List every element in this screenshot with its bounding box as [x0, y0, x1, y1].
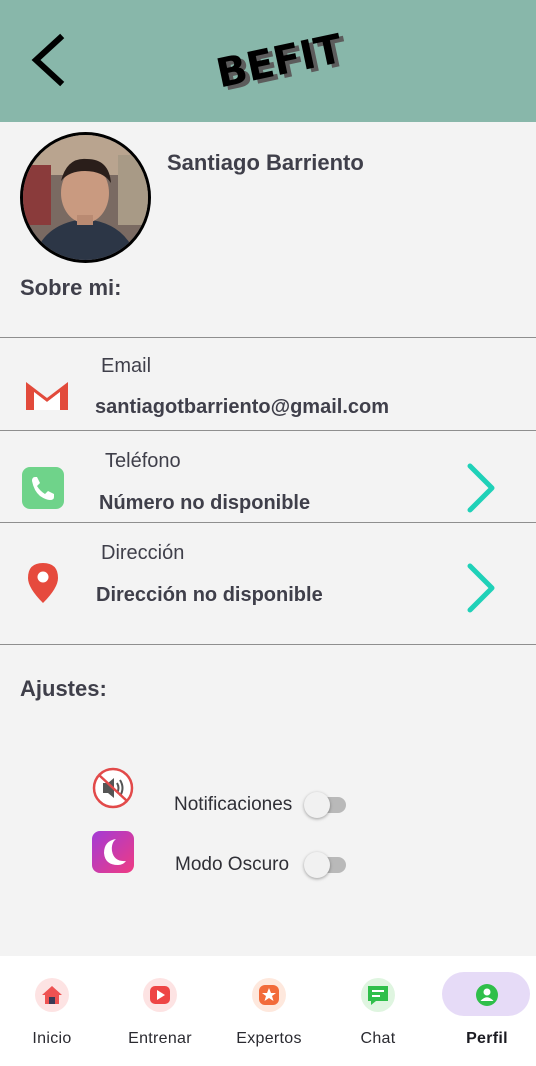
phone-icon [22, 467, 64, 509]
toggle-thumb [304, 852, 330, 878]
nav-label: Inicio [32, 1030, 72, 1047]
phone-label: Teléfono [105, 450, 181, 472]
nav-label: Expertos [236, 1030, 302, 1047]
notifications-label: Notificaciones [174, 794, 293, 815]
nav-label: Entrenar [128, 1030, 192, 1047]
divider [0, 337, 536, 338]
home-icon [35, 978, 69, 1012]
address-value: Dirección no disponible [96, 584, 323, 606]
star-icon [252, 978, 286, 1012]
gmail-icon [26, 382, 68, 410]
chevron-right-icon[interactable] [464, 458, 500, 518]
arrow-left-icon[interactable] [22, 30, 78, 90]
divider [0, 522, 536, 523]
notifications-toggle[interactable] [304, 791, 348, 818]
profile-icon [470, 978, 504, 1012]
dark-mode-label: Modo Oscuro [175, 854, 290, 875]
phone-value: Número no disponible [99, 492, 311, 514]
profile-name: Santiago Barriento [167, 150, 364, 175]
divider [0, 644, 536, 645]
avatar [20, 132, 151, 263]
play-icon [143, 978, 177, 1012]
moon-icon [92, 831, 134, 873]
email-label: Email [101, 355, 152, 377]
nav-item-chat[interactable]: Chat [324, 956, 432, 1066]
nav-item-perfil[interactable]: Perfil [442, 956, 532, 1066]
dark-mode-toggle[interactable] [304, 851, 348, 878]
app-header: BEFIT BEFIT [0, 0, 536, 122]
nav-label: Perfil [466, 1030, 508, 1047]
chevron-right-icon[interactable] [464, 558, 500, 618]
befit-logo: BEFIT BEFIT [212, 26, 352, 101]
location-pin-icon [28, 563, 58, 603]
address-label: Dirección [101, 542, 185, 564]
chat-icon [361, 978, 395, 1012]
bottom-navigation: Inicio Entrenar Expertos Chat Perfil [0, 956, 536, 1066]
email-value: santiagotbarriento@gmail.com [95, 396, 389, 418]
muted-speaker-icon [92, 767, 134, 809]
divider [0, 430, 536, 431]
profile-photo [23, 135, 148, 260]
about-title: Sobre mi: [20, 275, 122, 300]
toggle-thumb [304, 792, 330, 818]
nav-item-expertos[interactable]: Expertos [215, 956, 323, 1066]
nav-label: Chat [360, 1030, 396, 1047]
nav-item-inicio[interactable]: Inicio [0, 956, 106, 1066]
settings-title: Ajustes: [20, 676, 107, 701]
nav-item-entrenar[interactable]: Entrenar [106, 956, 214, 1066]
